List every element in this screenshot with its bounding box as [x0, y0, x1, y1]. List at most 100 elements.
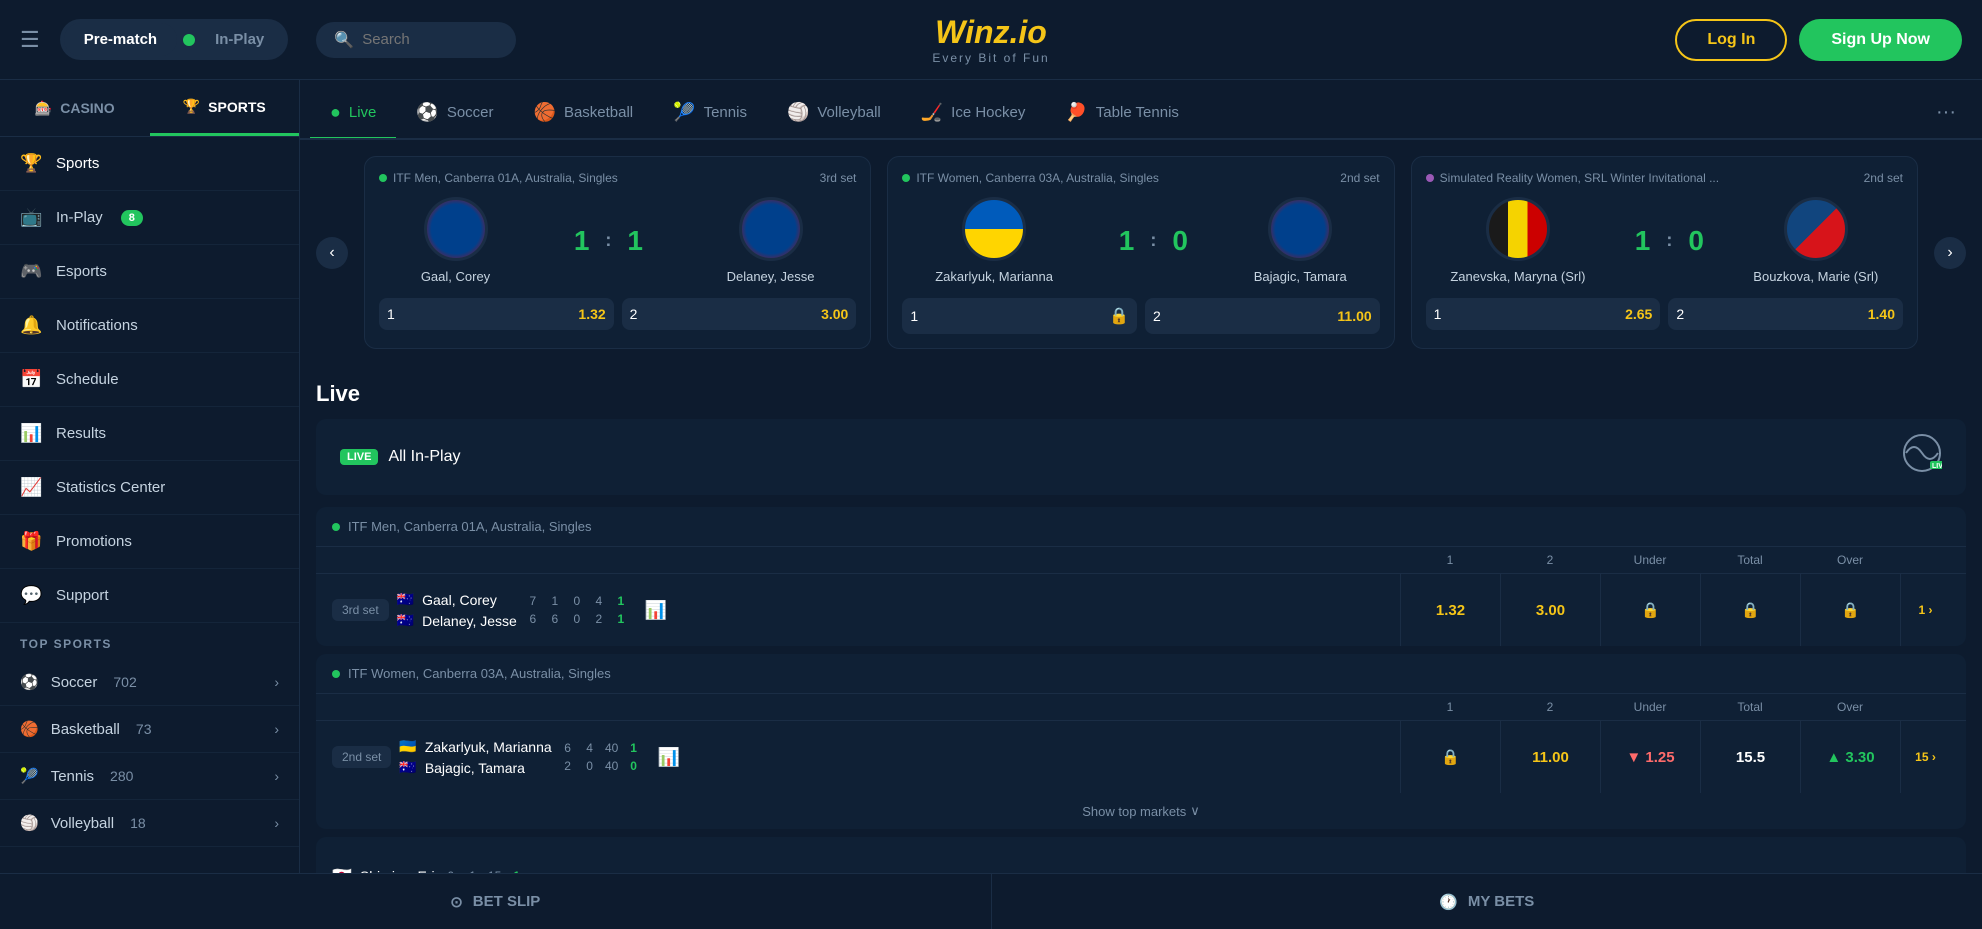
- volleyball-sport-icon: 🏐: [20, 814, 39, 832]
- sidebar-item-statistics[interactable]: 📈 Statistics Center: [0, 461, 299, 515]
- soccer-tab-label: Soccer: [447, 104, 494, 121]
- tab-tabletennis[interactable]: 🏓 Table Tennis: [1045, 92, 1199, 140]
- notifications-nav-label: Notifications: [56, 317, 138, 334]
- odd-cell-2-1[interactable]: 🔒: [1400, 721, 1500, 793]
- card-header-3: Simulated Reality Women, SRL Winter Invi…: [1426, 171, 1903, 185]
- my-bets-label: MY BETS: [1468, 893, 1534, 910]
- player-1b-name: Delaney, Jesse: [727, 269, 815, 284]
- chart-btn-2[interactable]: 📊: [650, 747, 688, 768]
- odd-cell-2-under[interactable]: ▼ 1.25: [1600, 721, 1700, 793]
- score-separator-1: :: [605, 230, 611, 251]
- tab-live[interactable]: ● Live: [310, 92, 396, 140]
- sidebar-tab-casino[interactable]: 🎰 CASINO: [0, 80, 150, 136]
- all-inplay-bar[interactable]: LIVE All In-Play LIVE: [316, 419, 1966, 495]
- arrow-cell-1[interactable]: 1 ›: [1900, 574, 1950, 646]
- sport-item-tennis[interactable]: 🎾 Tennis 280 ›: [0, 753, 299, 800]
- sport-item-volleyball[interactable]: 🏐 Volleyball 18 ›: [0, 800, 299, 847]
- score-separator-3: :: [1666, 230, 1672, 251]
- sidebar-tab-sports[interactable]: 🏆 SPORTS: [150, 80, 300, 136]
- odd-cell-1-1[interactable]: 1.32: [1400, 574, 1500, 646]
- group-live-dot-1: [332, 523, 340, 531]
- search-input[interactable]: [362, 31, 482, 48]
- card-league-3: Simulated Reality Women, SRL Winter Invi…: [1426, 171, 1719, 185]
- sidebar-item-inplay[interactable]: 📺 In-Play 8: [0, 191, 299, 245]
- card-header-1: ITF Men, Canberra 01A, Australia, Single…: [379, 171, 856, 185]
- soccer-sport-label: Soccer: [51, 674, 98, 691]
- tab-soccer[interactable]: ⚽ Soccer: [396, 92, 513, 140]
- show-top-markets[interactable]: Show top markets ∨: [316, 793, 1966, 829]
- tab-volleyball[interactable]: 🏐 Volleyball: [767, 92, 901, 140]
- sidebar-item-support[interactable]: 💬 Support: [0, 569, 299, 623]
- my-bets-button[interactable]: 🕐 MY BETS: [992, 874, 1982, 929]
- score-display-1: 1 : 1: [574, 225, 643, 257]
- results-icon: 📊: [20, 423, 42, 444]
- odd-2-value-2: 11.00: [1337, 308, 1371, 324]
- odd-2-btn-1[interactable]: 1 🔒: [902, 298, 1137, 334]
- volleyball-sport-label: Volleyball: [51, 815, 114, 832]
- odd-cell-1-total[interactable]: 🔒: [1700, 574, 1800, 646]
- promotions-icon: 🎁: [20, 531, 42, 552]
- player-3-left: Zanevska, Maryna (Srl): [1450, 197, 1585, 284]
- schedule-icon: 📅: [20, 369, 42, 390]
- odd-cell-2-over[interactable]: ▲ 3.30: [1800, 721, 1900, 793]
- match-info-1: 3rd set 🇦🇺 Gaal, Corey 🇦🇺 Delaney, Jesse: [332, 574, 1400, 646]
- chart-btn-1[interactable]: 📊: [637, 600, 675, 621]
- odd-3-btn-2[interactable]: 2 1.40: [1668, 298, 1903, 330]
- sidebar-item-schedule[interactable]: 📅 Schedule: [0, 353, 299, 407]
- group-live-dot-2: [332, 670, 340, 678]
- tab-basketball[interactable]: 🏀 Basketball: [514, 92, 654, 140]
- schedule-nav-label: Schedule: [56, 371, 119, 388]
- score-row-2b: 2 0 40 0: [560, 759, 642, 773]
- score-row-2a: 6 4 40 1: [560, 741, 642, 755]
- sidebar-item-sports[interactable]: 🏆 Sports: [0, 137, 299, 191]
- sidebar-item-results[interactable]: 📊 Results: [0, 407, 299, 461]
- results-nav-label: Results: [56, 425, 106, 442]
- odd-cell-1-2[interactable]: 3.00: [1500, 574, 1600, 646]
- partial-match-info: 🇯🇵 Shimizu, Eri 6 1 15 1: [332, 849, 1400, 873]
- sidebar-item-esports[interactable]: 🎮 Esports: [0, 245, 299, 299]
- player-row-1a: 🇦🇺 Gaal, Corey: [397, 591, 517, 608]
- card-set-2: 2nd set: [1340, 171, 1379, 185]
- soccer-arrow-icon: ›: [274, 674, 279, 690]
- sport-item-soccer[interactable]: ⚽ Soccer 702 ›: [0, 659, 299, 706]
- odd-cell-2-total[interactable]: 15.5: [1700, 721, 1800, 793]
- col-total-label: Total: [1700, 553, 1800, 567]
- odd-1-btn-2[interactable]: 2 3.00: [622, 298, 857, 330]
- lock-icon-2a: 🔒: [1109, 306, 1129, 326]
- tab-icehockey[interactable]: 🏒 Ice Hockey: [901, 92, 1046, 140]
- carousel-next-button[interactable]: ›: [1934, 237, 1966, 269]
- sidebar-item-promotions[interactable]: 🎁 Promotions: [0, 515, 299, 569]
- sidebar-item-notifications[interactable]: 🔔 Notifications: [0, 299, 299, 353]
- col-total-label-2: Total: [1700, 700, 1800, 714]
- header-right: Log In Sign Up Now: [1675, 19, 1962, 61]
- score-2-right: 0: [1172, 225, 1188, 257]
- search-box: 🔍: [316, 22, 516, 58]
- sport-item-basketball[interactable]: 🏀 Basketball 73 ›: [0, 706, 299, 753]
- flag-be-3: [1486, 197, 1550, 261]
- signup-button[interactable]: Sign Up Now: [1799, 19, 1962, 61]
- search-icon: 🔍: [334, 30, 354, 50]
- soccer-count: 702: [113, 674, 136, 690]
- login-button[interactable]: Log In: [1675, 19, 1787, 61]
- logo-tagline: Every Bit of Fun: [932, 51, 1049, 65]
- arrow-cell-2[interactable]: 15 ›: [1900, 721, 1950, 793]
- odd-cell-1-under[interactable]: 🔒: [1600, 574, 1700, 646]
- score-display-3: 1 : 0: [1635, 225, 1704, 257]
- player-2-left: Zakarlyuk, Marianna: [935, 197, 1053, 284]
- odd-2-btn-2[interactable]: 2 11.00: [1145, 298, 1380, 334]
- odd-1-btn-1[interactable]: 1 1.32: [379, 298, 614, 330]
- col-1-label: 1: [1400, 553, 1500, 567]
- bet-slip-button[interactable]: ⊙ BET SLIP: [0, 874, 992, 929]
- pre-match-button[interactable]: Pre-match: [64, 23, 177, 56]
- menu-icon[interactable]: ☰: [20, 27, 40, 53]
- tab-tennis[interactable]: 🎾 Tennis: [653, 92, 767, 140]
- card-players-3: Zanevska, Maryna (Srl) 1 : 0 Bouzkova, M…: [1426, 197, 1903, 284]
- odd-3-btn-1[interactable]: 1 2.65: [1426, 298, 1661, 330]
- more-tabs-button[interactable]: ···: [1920, 91, 1972, 138]
- carousel-prev-button[interactable]: ‹: [316, 237, 348, 269]
- odd-cell-2-2[interactable]: 11.00: [1500, 721, 1600, 793]
- player-1-left: Gaal, Corey: [421, 197, 490, 284]
- card-set-1: 3rd set: [820, 171, 857, 185]
- odd-cell-1-over[interactable]: 🔒: [1800, 574, 1900, 646]
- in-play-button[interactable]: In-Play: [195, 23, 284, 56]
